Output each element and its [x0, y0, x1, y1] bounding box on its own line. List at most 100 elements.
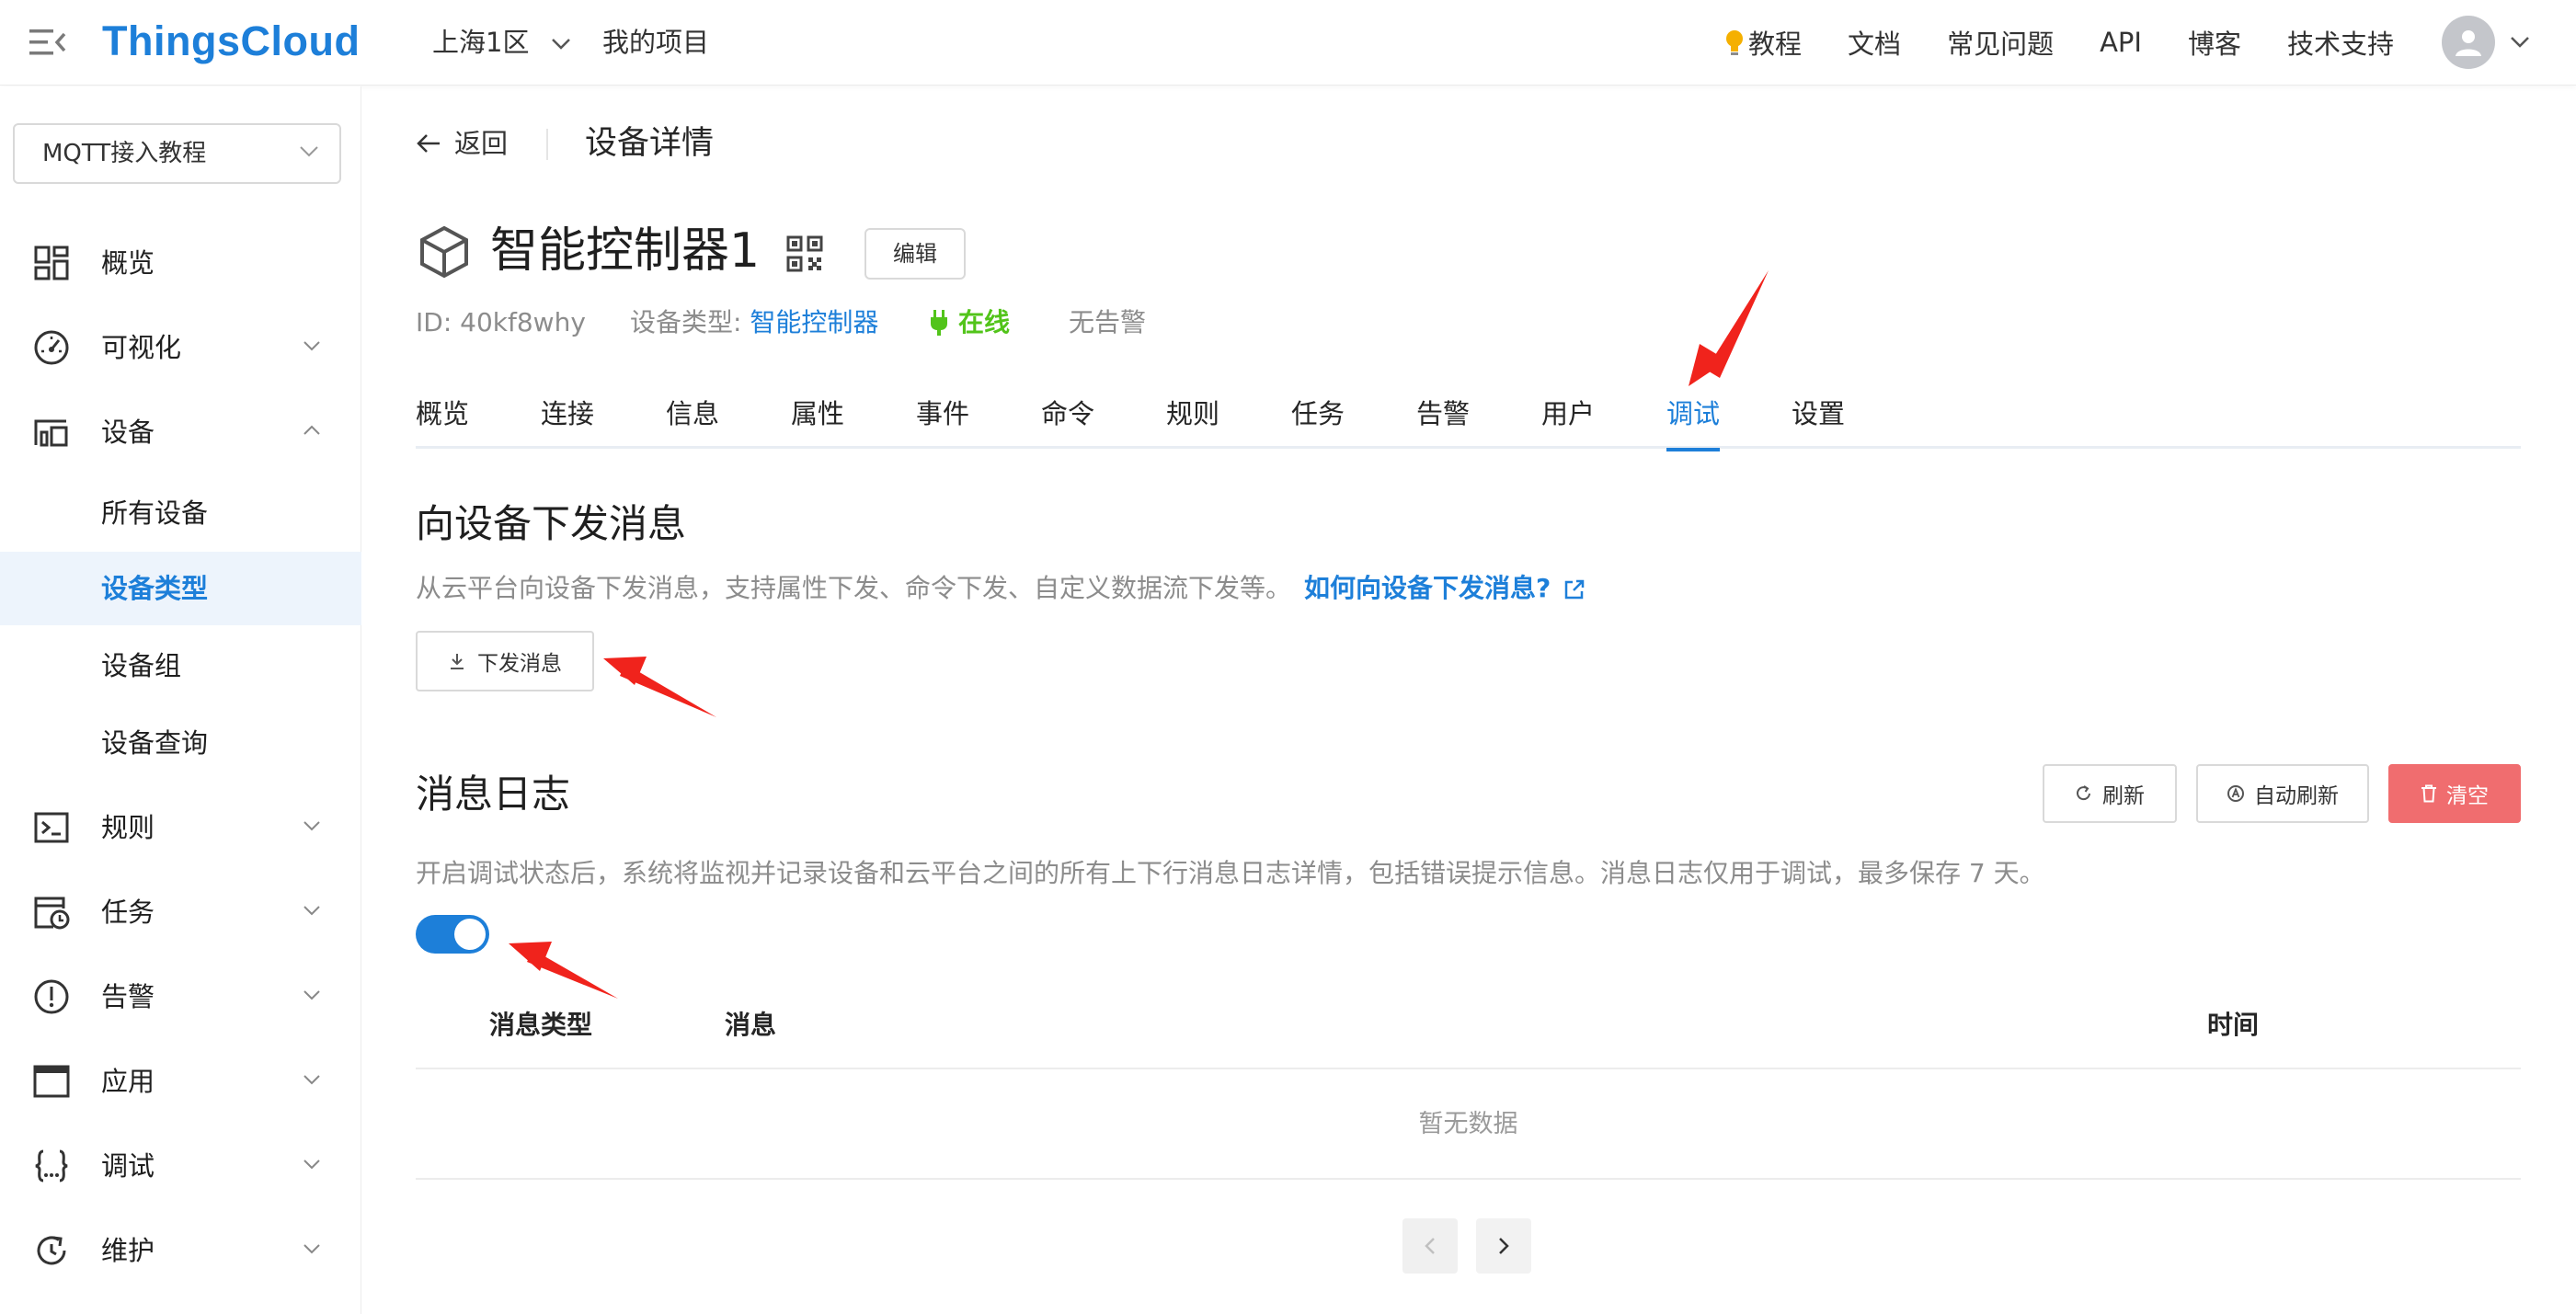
nav-blog[interactable]: 博客	[2188, 23, 2241, 62]
pagination-next[interactable]	[1476, 1218, 1531, 1274]
chevron-up-icon	[303, 425, 320, 435]
tab-info[interactable]: 信息	[666, 392, 719, 447]
auto-refresh-icon	[2227, 785, 2244, 802]
chevron-down-icon	[303, 1244, 320, 1254]
tab-tasks[interactable]: 任务	[1291, 392, 1345, 447]
send-desc-text: 从云平台向设备下发消息，支持属性下发、命令下发、自定义数据流下发等。	[416, 573, 1292, 603]
tab-rules[interactable]: 规则	[1166, 392, 1219, 447]
sidebar-item-maintenance[interactable]: 维护	[0, 1217, 361, 1284]
toggle-knob	[454, 919, 486, 950]
status-label: 在线	[958, 307, 1011, 337]
annotation-arrow	[603, 657, 716, 717]
refresh-icon	[37, 1236, 66, 1265]
sidebar: MQTT接入教程 概览 可视化 设备 所有设备 设备类型 设备组 设备查询 规则…	[0, 86, 361, 1314]
app-logo[interactable]: ThingsCloud	[102, 13, 360, 70]
nav-tutorial-label: 教程	[1748, 29, 1803, 60]
sidebar-item-label: 任务	[101, 897, 155, 928]
column-message: 消息	[725, 1010, 777, 1040]
plug-icon	[931, 310, 947, 336]
edit-button[interactable]: 编辑	[864, 228, 966, 280]
refresh-button[interactable]: 刷新	[2043, 764, 2177, 823]
region-selector[interactable]: 上海1区	[432, 20, 571, 64]
tab-debug[interactable]: 调试	[1666, 392, 1721, 451]
sidebar-item-overview[interactable]: 概览	[0, 230, 361, 296]
chevron-down-icon	[303, 1075, 320, 1085]
chevron-down-icon	[303, 906, 320, 916]
sidebar-item-debug[interactable]: 调试	[0, 1133, 361, 1199]
log-section-desc: 开启调试状态后，系统将监视并记录设备和云平台之间的所有上下行消息日志详情，包括错…	[416, 858, 2045, 888]
nav-docs[interactable]: 文档	[1848, 23, 1901, 62]
schedule-icon	[34, 897, 70, 930]
tab-connection[interactable]: 连接	[541, 392, 594, 447]
tab-attributes[interactable]: 属性	[791, 392, 844, 447]
chevron-down-icon	[551, 39, 570, 50]
column-message-type: 消息类型	[489, 1010, 593, 1040]
pagination-prev[interactable]	[1402, 1218, 1458, 1274]
chevron-down-icon	[303, 990, 320, 1000]
sidebar-item-tasks[interactable]: 任务	[0, 879, 361, 945]
chevron-down-icon	[303, 821, 320, 831]
qrcode-icon[interactable]	[786, 235, 823, 272]
menu-fold-icon[interactable]	[29, 26, 66, 59]
status-badge: 在线	[929, 302, 1010, 344]
tab-settings[interactable]: 设置	[1792, 392, 1845, 447]
nav-tutorial[interactable]: 教程	[1724, 23, 1802, 62]
project-select-value: MQTT接入教程	[42, 140, 207, 167]
my-project-link[interactable]: 我的项目	[602, 20, 709, 64]
tab-events[interactable]: 事件	[916, 392, 969, 447]
sidebar-item-label: 规则	[101, 812, 155, 843]
annotation-arrow	[1689, 270, 1769, 386]
nav-faq[interactable]: 常见问题	[1947, 23, 2054, 62]
device-type-label: 设备类型:	[630, 307, 742, 337]
sidebar-item-devices[interactable]: 设备	[0, 399, 361, 465]
sidebar-subitem-device-groups[interactable]: 设备组	[0, 629, 361, 703]
sidebar-item-label: 调试	[101, 1150, 155, 1182]
back-button[interactable]: 返回	[416, 121, 508, 166]
device-type-link[interactable]: 智能控制器	[750, 307, 878, 337]
refresh-label: 刷新	[2102, 784, 2145, 808]
send-message-label: 下发消息	[477, 652, 562, 676]
chevron-down-icon	[300, 146, 318, 157]
log-section-title: 消息日志	[416, 771, 571, 817]
annotation-arrow	[509, 942, 618, 999]
log-table-header: 消息类型 消息 时间	[416, 996, 2521, 1069]
auto-refresh-button[interactable]: 自动刷新	[2196, 764, 2369, 823]
page-title: 设备详情	[585, 125, 715, 162]
debug-toggle[interactable]	[416, 915, 489, 954]
alert-icon	[34, 979, 69, 1014]
help-link[interactable]: 如何向设备下发消息?	[1304, 573, 1586, 603]
send-message-button[interactable]: 下发消息	[416, 631, 594, 691]
send-section-desc: 从云平台向设备下发消息，支持属性下发、命令下发、自定义数据流下发等。 如何向设备下…	[416, 568, 1586, 609]
sidebar-item-label: 设备	[101, 417, 155, 448]
device-type: 设备类型: 智能控制器	[630, 302, 878, 344]
top-nav: 教程 文档 常见问题 API 博客 技术支持	[1724, 16, 2530, 69]
clear-label: 清空	[2446, 784, 2489, 808]
devices-icon	[34, 419, 68, 447]
sidebar-item-alerts[interactable]: 告警	[0, 964, 361, 1030]
trash-icon	[2421, 784, 2436, 803]
gauge-icon	[34, 330, 69, 365]
avatar[interactable]	[2442, 16, 2495, 69]
sidebar-item-label: 概览	[101, 247, 155, 279]
chevron-left-icon	[1425, 1238, 1435, 1254]
sidebar-subitem-all-devices[interactable]: 所有设备	[0, 476, 361, 550]
braces-icon	[35, 1149, 68, 1183]
tab-overview[interactable]: 概览	[416, 392, 469, 447]
nav-support[interactable]: 技术支持	[2287, 23, 2394, 62]
clear-button[interactable]: 清空	[2388, 764, 2521, 823]
region-label: 上海1区	[432, 27, 530, 58]
tab-users[interactable]: 用户	[1541, 392, 1595, 447]
sidebar-item-apps[interactable]: 应用	[0, 1048, 361, 1114]
project-select[interactable]: MQTT接入教程	[13, 123, 341, 184]
sidebar-item-rules[interactable]: 规则	[0, 794, 361, 861]
tab-commands[interactable]: 命令	[1041, 392, 1094, 447]
dashboard-icon	[34, 246, 69, 280]
tab-alerts[interactable]: 告警	[1416, 392, 1470, 447]
sidebar-subitem-device-query[interactable]: 设备查询	[0, 706, 361, 780]
sidebar-subitem-device-types[interactable]: 设备类型	[0, 552, 361, 625]
chevron-down-icon	[303, 341, 320, 351]
chevron-down-icon[interactable]	[2510, 36, 2530, 49]
empty-state: 暂无数据	[416, 1069, 2521, 1180]
sidebar-item-visualization[interactable]: 可视化	[0, 314, 361, 381]
nav-api[interactable]: API	[2100, 27, 2142, 58]
